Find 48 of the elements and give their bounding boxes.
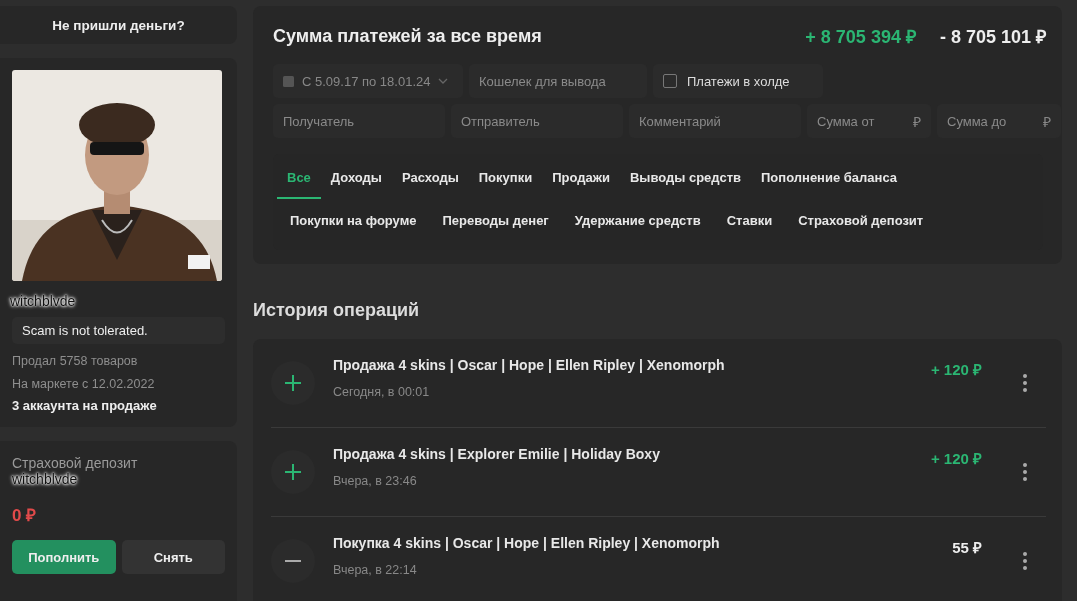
text-field[interactable]: Отправитель: [451, 104, 623, 138]
filter-tab[interactable]: Пополнение баланса: [751, 156, 907, 199]
filter-tab[interactable]: Переводы денег: [429, 199, 562, 244]
operation-time: Сегодня, в 00:01: [333, 385, 431, 399]
filter-tab[interactable]: Ставки: [713, 199, 786, 244]
operation-title: Продажа 4 skins | Explorer Emilie | Holiday Boxy: [333, 446, 661, 462]
filter-tab[interactable]: Все: [277, 156, 321, 199]
filter-tab[interactable]: Страховой депозит: [785, 199, 937, 244]
text-field[interactable]: Комментарий: [629, 104, 801, 138]
wallet-field[interactable]: Кошелек для вывода: [469, 64, 647, 98]
date-range-picker[interactable]: С 5.09.17 по 18.01.24: [273, 64, 463, 98]
filter-tab[interactable]: Покупки: [468, 156, 543, 199]
sold-count: Продал 5758 товаров: [12, 353, 139, 370]
expense-total: - 8 705 101 ₽: [939, 26, 1046, 48]
filter-tab[interactable]: Расходы: [391, 156, 469, 199]
deposit-amount: 0 ₽: [12, 505, 38, 526]
username: witchblvde: [12, 471, 78, 487]
history-title: История операций: [253, 300, 421, 321]
filter-tab[interactable]: Продажи: [542, 156, 620, 199]
income-total: + 8 705 394 ₽: [805, 26, 916, 48]
username: witchblvde: [10, 293, 76, 309]
operation-title: Покупка 4 skins | Oscar | Hope | Ellen Ripley | Xenomorph: [333, 535, 721, 551]
operation-amount: 55 ₽: [952, 538, 982, 557]
currency-sign: ₽: [913, 113, 921, 131]
operation-amount: + 120 ₽: [930, 360, 982, 379]
filter-tab[interactable]: Выводы средств: [619, 156, 751, 199]
currency-sign: ₽: [1043, 113, 1051, 131]
more-icon[interactable]: [1022, 373, 1028, 393]
help-button[interactable]: Не пришли деньги?: [0, 6, 237, 44]
chevron-down-icon: [438, 78, 449, 84]
summary-title: Сумма платежей за все время: [273, 25, 543, 47]
deposit-title: Страховой депозит: [12, 455, 139, 471]
accounts-for-sale: 3 аккаунта на продаже: [12, 398, 158, 413]
filter-tab[interactable]: Удержание средств: [561, 199, 714, 244]
more-icon[interactable]: [1022, 462, 1028, 482]
withdraw-button[interactable]: Снять: [121, 540, 225, 574]
filter-tab[interactable]: Доходы: [320, 156, 392, 199]
filter-tab[interactable]: Покупки на форуме: [277, 199, 430, 244]
operation-amount: + 120 ₽: [930, 449, 982, 468]
operation-time: Вчера, в 23:46: [333, 474, 418, 488]
calendar-icon: [283, 75, 294, 87]
operation-time: Вчера, в 22:14: [333, 563, 418, 577]
more-icon[interactable]: [1022, 551, 1028, 571]
hold-checkbox[interactable]: Платежи в холде: [653, 64, 823, 98]
text-field[interactable]: Получатель: [273, 104, 445, 138]
status-message: Scam is not tolerated.: [12, 317, 225, 344]
member-since: На маркете с 12.02.2022: [12, 376, 156, 393]
operation-title: Продажа 4 skins | Oscar | Hope | Ellen Ripley | Xenomorph: [333, 357, 726, 373]
